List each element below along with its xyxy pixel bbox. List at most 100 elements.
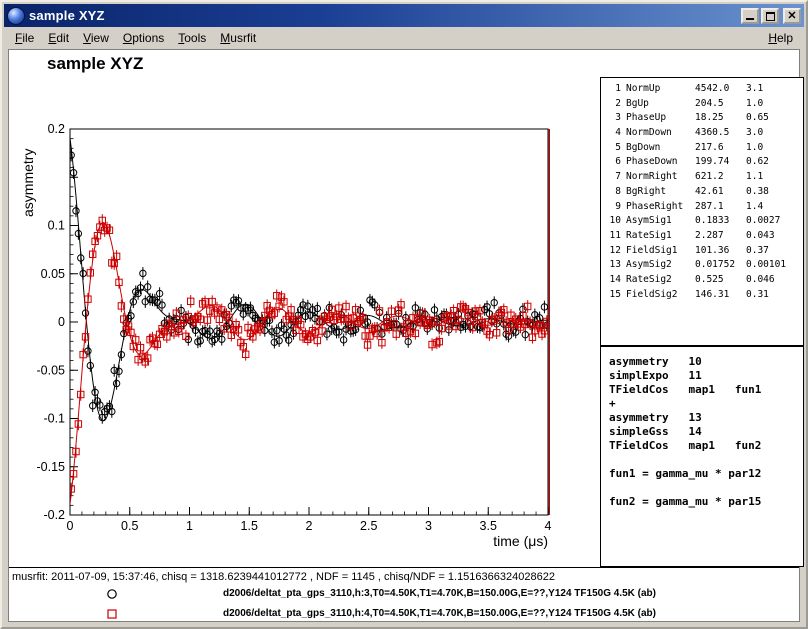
close-button[interactable]: ✕ [783, 8, 801, 24]
param-no: 11 [605, 229, 621, 244]
param-value: 42.61 [695, 185, 741, 200]
menu-item-view[interactable]: View [76, 28, 116, 48]
param-error: 0.31 [746, 288, 803, 303]
param-no: 9 [605, 200, 621, 215]
param-row: 15FieldSig2146.310.31 [601, 288, 803, 303]
legend-square-icon [103, 605, 121, 623]
menu-item-help[interactable]: Help [761, 28, 800, 48]
minimize-button[interactable] [741, 8, 759, 24]
param-row: 7NormRight621.21.1 [601, 170, 803, 185]
y-tick-label: -0.1 [43, 412, 65, 426]
y-tick-label: 0.1 [48, 219, 65, 233]
param-error: 3.0 [746, 126, 803, 141]
theory-line: fun2 = gamma_mu * par15 [609, 495, 803, 509]
theory-line: + [609, 397, 803, 411]
param-error: 0.046 [746, 273, 803, 288]
param-error: 1.4 [746, 200, 803, 215]
param-no: 3 [605, 111, 621, 126]
param-row: 3PhaseUp18.250.65 [601, 111, 803, 126]
menu-items-right: Help [761, 28, 800, 48]
asymmetry-plot[interactable]: 0.20.10.050-0.05-0.1-0.15-0.200.511.522.… [9, 78, 603, 552]
menu-bar: FileEditViewOptionsToolsMusrfit Help [4, 27, 804, 48]
x-tick-label: 2 [306, 519, 313, 533]
menu-item-musrfit[interactable]: Musrfit [213, 28, 263, 48]
legend-label: d2006/deltat_pta_gps_3110,h:4,T0=4.50K,T… [223, 608, 656, 619]
x-tick-label: 1.5 [241, 519, 258, 533]
menu-item-edit[interactable]: Edit [41, 28, 76, 48]
param-value: 287.1 [695, 200, 741, 215]
param-name: PhaseRight [626, 200, 690, 215]
param-name: AsymSig2 [626, 258, 690, 273]
param-value: 101.36 [695, 244, 741, 259]
x-tick-label: 1 [186, 519, 193, 533]
param-error: 0.0027 [746, 214, 803, 229]
menu-item-options[interactable]: Options [116, 28, 171, 48]
y-tick-label: -0.05 [37, 363, 66, 377]
param-value: 0.525 [695, 273, 741, 288]
window-title: sample XYZ [29, 8, 737, 23]
legend: d2006/deltat_pta_gps_3110,h:3,T0=4.50K,T… [9, 584, 799, 624]
y-tick-label: -0.15 [37, 460, 66, 474]
plot-svg: 0.20.10.050-0.05-0.1-0.15-0.200.511.522.… [9, 78, 603, 552]
param-name: AsymSig1 [626, 214, 690, 229]
parameter-rows: 1NormUp4542.03.12BgUp204.51.03PhaseUp18.… [601, 78, 803, 302]
param-no: 1 [605, 82, 621, 97]
y-tick-label: 0 [58, 315, 65, 329]
menu-item-file[interactable]: File [8, 28, 41, 48]
x-tick-label: 0.5 [121, 519, 138, 533]
param-error: 0.38 [746, 185, 803, 200]
param-name: BgUp [626, 97, 690, 112]
window-controls: ✕ [741, 8, 801, 24]
param-value: 199.74 [695, 155, 741, 170]
param-error: 0.043 [746, 229, 803, 244]
param-row: 1NormUp4542.03.1 [601, 82, 803, 97]
theory-line [609, 453, 803, 467]
y-axis-title: asymmetry [20, 149, 36, 217]
y-tick-label: -0.2 [43, 508, 65, 522]
theory-line: simplExpo 11 [609, 369, 803, 383]
canvas-title: sample XYZ [47, 54, 143, 74]
param-no: 2 [605, 97, 621, 112]
param-name: RateSig2 [626, 273, 690, 288]
app-icon [7, 7, 25, 25]
param-no: 13 [605, 258, 621, 273]
param-error: 0.65 [746, 111, 803, 126]
param-no: 5 [605, 141, 621, 156]
param-row: 14RateSig20.5250.046 [601, 273, 803, 288]
close-icon: ✕ [787, 10, 796, 22]
theory-line: fun1 = gamma_mu * par12 [609, 467, 803, 481]
param-value: 18.25 [695, 111, 741, 126]
param-no: 8 [605, 185, 621, 200]
theory-curve-circle [70, 138, 548, 421]
app-window: sample XYZ ✕ FileEditViewOptionsToolsMus… [0, 0, 808, 629]
param-row: 4NormDown4360.53.0 [601, 126, 803, 141]
canvas-area: sample XYZ 0.20.10.050-0.05-0.1-0.15-0.2… [8, 49, 800, 622]
x-tick-label: 3 [425, 519, 432, 533]
menu-item-tools[interactable]: Tools [171, 28, 213, 48]
legend-label: d2006/deltat_pta_gps_3110,h:3,T0=4.50K,T… [223, 588, 656, 599]
legend-row: d2006/deltat_pta_gps_3110,h:4,T0=4.50K,T… [9, 604, 799, 624]
param-row: 6PhaseDown199.740.62 [601, 155, 803, 170]
param-value: 621.2 [695, 170, 741, 185]
param-row: 10AsymSig10.18330.0027 [601, 214, 803, 229]
plot-frame [70, 129, 548, 515]
param-no: 12 [605, 244, 621, 259]
theory-lines: asymmetry 10simplExpo 11TFieldCos map1 f… [601, 347, 803, 509]
param-value: 0.1833 [695, 214, 741, 229]
param-value: 204.5 [695, 97, 741, 112]
legend-row: d2006/deltat_pta_gps_3110,h:3,T0=4.50K,T… [9, 584, 799, 604]
param-no: 7 [605, 170, 621, 185]
maximize-icon [766, 12, 775, 21]
maximize-button[interactable] [761, 8, 779, 24]
param-value: 4360.5 [695, 126, 741, 141]
theory-block: asymmetry 10simplExpo 11TFieldCos map1 f… [600, 346, 804, 567]
theory-line: asymmetry 13 [609, 411, 803, 425]
fit-info: musrfit: 2011-07-09, 15:37:46, chisq = 1… [12, 571, 555, 583]
param-no: 4 [605, 126, 621, 141]
param-no: 6 [605, 155, 621, 170]
param-name: NormRight [626, 170, 690, 185]
theory-line: asymmetry 10 [609, 355, 803, 369]
x-tick-label: 0 [67, 519, 74, 533]
title-bar[interactable]: sample XYZ ✕ [4, 4, 804, 27]
param-value: 217.6 [695, 141, 741, 156]
